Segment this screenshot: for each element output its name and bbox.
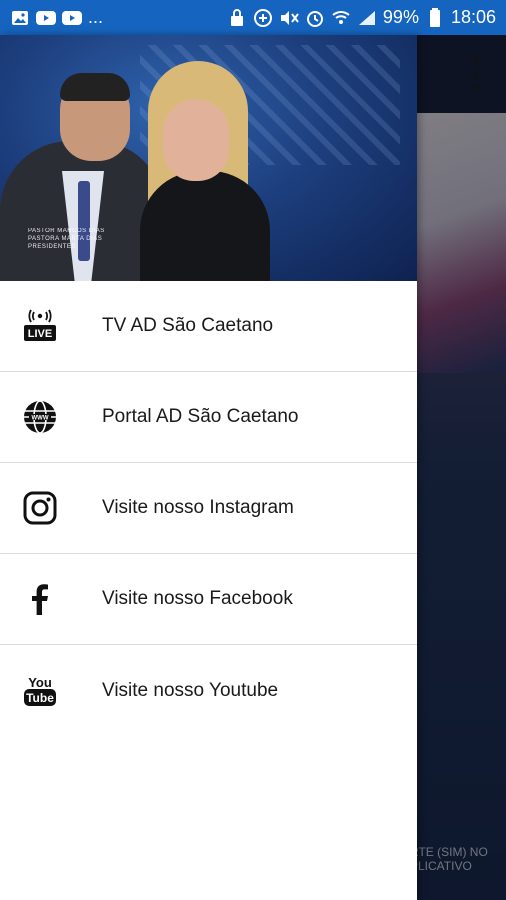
drawer-header-image: PASTOR MARCOS DIAS PASTORA MARTA DIAS PR… [0, 35, 417, 281]
menu-item-label: Portal AD São Caetano [102, 406, 299, 427]
mute-icon [279, 8, 299, 28]
alarm-icon [305, 8, 325, 28]
menu-item-label: TV AD São Caetano [102, 315, 274, 336]
svg-text:You: You [28, 675, 52, 690]
globe-icon: WWW [22, 399, 58, 435]
header-caption: PASTOR MARCOS DIAS PASTORA MARTA DIAS PR… [28, 228, 105, 250]
facebook-icon [22, 581, 58, 617]
menu-item-portal-ad-sao-caetano[interactable]: WWW Portal AD São Caetano [0, 372, 417, 463]
clock: 18:06 [450, 7, 496, 27]
menu-item-instagram[interactable]: Visite nosso Instagram [0, 463, 417, 554]
more-notifications-ellipsis: ... [88, 7, 104, 27]
battery-icon [425, 7, 445, 28]
youtube-icon [36, 8, 56, 28]
menu-item-label: Visite nosso Instagram [102, 497, 294, 518]
signal-icon [357, 8, 377, 28]
menu-item-label: Visite nosso Youtube [102, 679, 279, 701]
status-bar: ... 99% 18:06 [0, 0, 506, 35]
wifi-icon [331, 8, 351, 28]
data-saver-icon [253, 8, 273, 28]
menu-item-label: Visite nosso Facebook [102, 588, 293, 609]
battery-percent: 99% [382, 7, 419, 27]
image-icon [10, 8, 30, 28]
notification-icons: ... [10, 7, 103, 28]
svg-text:WWW: WWW [32, 416, 49, 422]
menu-item-youtube[interactable]: You Tube Visite nosso Youtube [0, 645, 417, 736]
menu-item-tv-ad-sao-caetano[interactable]: LIVE TV AD São Caetano [0, 281, 417, 372]
svg-text:LIVE: LIVE [28, 328, 52, 340]
system-icons: 99% 18:06 [227, 7, 496, 28]
instagram-icon [22, 490, 58, 526]
menu-item-facebook[interactable]: Visite nosso Facebook [0, 554, 417, 645]
svg-text:Tube: Tube [26, 691, 54, 705]
lock-icon [227, 8, 247, 28]
navigation-drawer: PASTOR MARCOS DIAS PASTORA MARTA DIAS PR… [0, 35, 417, 900]
youtube-icon: You Tube [22, 673, 58, 709]
live-icon: LIVE [22, 308, 58, 344]
youtube-icon [62, 8, 82, 28]
drawer-menu: LIVE TV AD São Caetano WWW Portal AD São… [0, 281, 417, 736]
